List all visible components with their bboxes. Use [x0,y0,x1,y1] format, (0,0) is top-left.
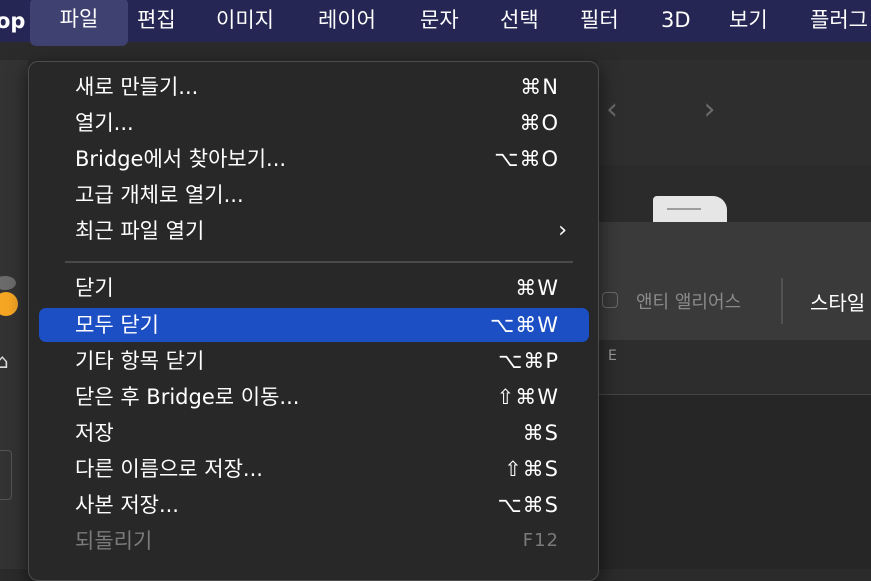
menu-item-label: 고급 개체로 열기... [75,183,244,207]
anti-alias-label: 앤티 앨리어스 [636,292,742,313]
options-bar: 앤티 앨리어스 스타일 [598,274,871,328]
menu-view[interactable]: 보기 [729,0,768,42]
menu-item-label: 닫은 후 Bridge로 이동... [75,385,300,409]
menu-item-label: 닫기 [75,276,114,300]
menu-item-save[interactable]: 저장 ⌘S [39,416,589,450]
menu-item-label: 기타 항목 닫기 [75,349,205,373]
options-divider [781,278,783,324]
menu-divider [65,261,573,263]
menu-item-label: Bridge에서 찾아보기... [75,147,287,171]
window-button-gray[interactable] [0,276,16,290]
menu-filter[interactable]: 필터 [580,0,619,42]
tool-slot[interactable] [0,450,12,500]
home-icon[interactable]: ⌂ [0,349,9,373]
menu-item-close-all[interactable]: 모두 닫기 ⌥⌘W [39,308,589,342]
anti-alias-checkbox[interactable] [602,292,618,308]
menu-item-revert: 되돌리기 F12 [39,524,589,558]
menu-item-shortcut: ⌥⌘O [494,147,559,171]
menu-item-save-as[interactable]: 다른 이름으로 저장... ⇧⌘S [39,452,589,486]
menu-image[interactable]: 이미지 [216,0,274,42]
file-menu-dropdown: 새로 만들기... ⌘N 열기... ⌘O Bridge에서 찾아보기... ⌥… [28,61,599,581]
menu-edit[interactable]: 편집 [137,0,176,42]
document-icon [653,196,727,222]
ruler-mark: E [608,348,617,364]
style-dropdown[interactable]: 스타일 [810,287,865,316]
canvas-area: E [598,340,871,569]
menu-bar: op 파일 편집 이미지 레이어 문자 선택 필터 3D 보기 플러그 [0,0,871,46]
menu-item-save-a-copy[interactable]: 사본 저장... ⌥⌘S [39,488,589,522]
menu-item-browse-in-bridge[interactable]: Bridge에서 찾아보기... ⌥⌘O [39,142,589,176]
panel-header [598,222,871,274]
menu-item-shortcut: ⌥⌘S [497,493,559,517]
menu-item-shortcut: ⌘O [519,111,559,135]
menu-item-label: 새로 만들기... [75,75,199,99]
menu-item-label: 다른 이름으로 저장... [75,457,263,481]
menu-item-shortcut: F12 [522,530,559,551]
menu-layer[interactable]: 레이어 [318,0,376,42]
menu-item-shortcut: ⌘W [515,276,559,300]
menu-plugins[interactable]: 플러그 [810,0,868,42]
menu-item-shortcut: ⇧⌘S [504,457,559,481]
menu-item-label: 최근 파일 열기 [75,219,205,243]
menu-item-shortcut: ⌘S [522,421,559,445]
menu-file[interactable]: 파일 [30,0,128,46]
menu-item-shortcut: ⇧⌘W [496,385,559,409]
menu-item-open-as-smart-object[interactable]: 고급 개체로 열기... [39,178,589,212]
menu-type[interactable]: 문자 [420,0,459,42]
window-minimize-button[interactable] [0,292,18,316]
menu-item-close-others[interactable]: 기타 항목 닫기 ⌥⌘P [39,344,589,378]
menu-item-label: 열기... [75,111,134,135]
ruler: E [598,340,871,395]
left-tool-strip: ⌂ [0,60,28,569]
submenu-chevron-icon: › [558,218,567,243]
menu-3d[interactable]: 3D [661,0,691,42]
menu-item-label: 되돌리기 [75,529,153,553]
nav-arrows-icon[interactable]: ‹ › [606,92,754,127]
app-name[interactable]: op [0,0,25,42]
menu-item-close[interactable]: 닫기 ⌘W [39,271,589,305]
menu-item-open-recent[interactable]: 최근 파일 열기 › [39,214,589,248]
menu-select[interactable]: 선택 [500,0,539,42]
menu-item-shortcut: ⌥⌘P [498,349,559,373]
menu-item-close-and-go-to-bridge[interactable]: 닫은 후 Bridge로 이동... ⇧⌘W [39,380,589,414]
menu-item-shortcut: ⌘N [520,75,559,99]
menu-item-open[interactable]: 열기... ⌘O [39,106,589,140]
menu-item-label: 저장 [75,421,114,445]
menu-item-shortcut: ⌥⌘W [490,313,559,337]
menu-item-label: 모두 닫기 [75,313,159,337]
menu-item-label: 사본 저장... [75,493,179,517]
menu-item-new[interactable]: 새로 만들기... ⌘N [39,70,589,104]
